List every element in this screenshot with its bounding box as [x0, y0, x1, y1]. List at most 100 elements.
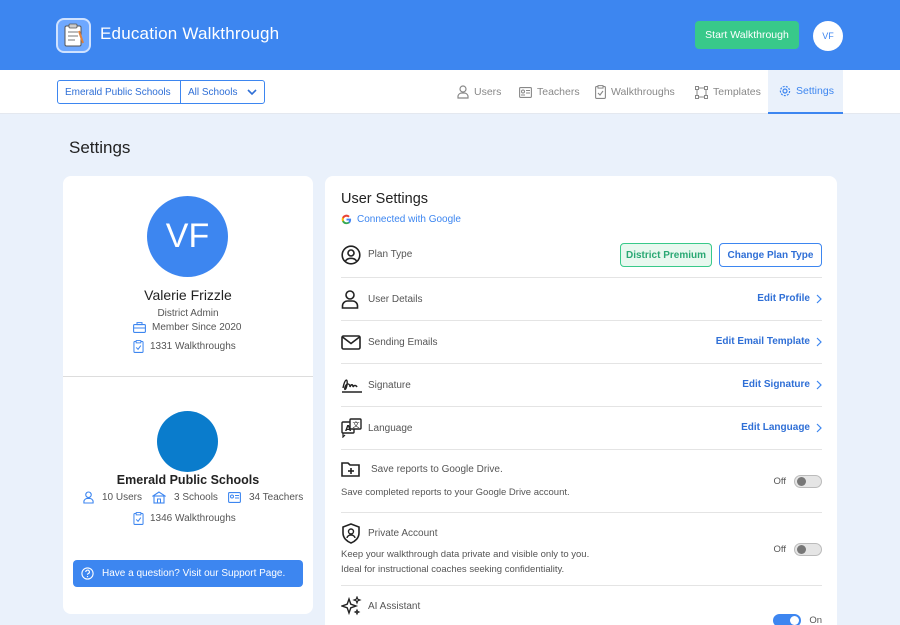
profile-name: Valerie Frizzle: [144, 287, 232, 303]
google-drive-state: Off: [773, 476, 787, 487]
google-icon: [341, 214, 352, 225]
help-icon: [81, 567, 94, 580]
profile-walkthroughs: 1331 Walkthroughs: [133, 340, 236, 353]
plan-badge: District Premium: [620, 243, 712, 267]
school-filter-select[interactable]: All Schools: [181, 81, 264, 103]
toggle-knob: [797, 545, 806, 554]
id-card-icon: [519, 86, 532, 98]
language-row[interactable]: A文 Language Edit Language: [341, 407, 822, 450]
id-card-icon: [227, 492, 241, 503]
user-settings-title: User Settings: [341, 191, 429, 207]
envelope-icon: [341, 335, 361, 350]
edit-profile-label: Edit Profile: [757, 293, 810, 304]
member-since-text: Member Since 2020: [152, 322, 242, 333]
plan-type-row: Plan Type District Premium Change Plan T…: [341, 243, 822, 278]
google-drive-row: Save reports to Google Drive. Save compl…: [341, 450, 822, 513]
user-details-label: User Details: [368, 294, 423, 305]
app-logo-icon[interactable]: [56, 18, 91, 53]
gear-icon: [779, 85, 791, 97]
ai-assistant-state: On: [809, 615, 822, 625]
school-icon: [152, 491, 167, 504]
private-account-toggle-group: Off: [773, 543, 822, 556]
edit-signature-label: Edit Signature: [742, 379, 810, 390]
member-since: Member Since 2020: [133, 322, 242, 333]
tab-users-label: Users: [474, 86, 502, 98]
divider: [63, 376, 313, 377]
ai-assistant-toggle[interactable]: [773, 614, 802, 625]
chevron-right-icon: [816, 380, 822, 389]
sending-emails-row[interactable]: Sending Emails Edit Email Template: [341, 321, 822, 364]
user-icon: [457, 85, 469, 99]
google-drive-toggle[interactable]: [794, 475, 822, 488]
school-selector[interactable]: Emerald Public Schools All Schools: [57, 80, 265, 104]
edit-signature-link[interactable]: Edit Signature: [742, 379, 822, 390]
google-drive-label: Save reports to Google Drive.: [371, 464, 503, 475]
clipboard-icon: [595, 85, 606, 99]
top-bar: Education Walkthrough Start Walkthrough …: [0, 0, 900, 70]
ai-assistant-label: AI Assistant: [368, 601, 421, 612]
chevron-right-icon: [816, 337, 822, 346]
district-walkthroughs-text: 1346 Walkthroughs: [150, 513, 236, 524]
edit-language-label: Edit Language: [741, 422, 810, 433]
start-walkthrough-button[interactable]: Start Walkthrough: [695, 21, 799, 49]
private-account-state: Off: [773, 544, 787, 555]
nav-bar: Emerald Public Schools All Schools Users…: [0, 70, 900, 114]
schools-count: 3 Schools: [174, 492, 218, 503]
signature-label: Signature: [368, 380, 411, 391]
tab-walkthroughs[interactable]: Walkthroughs: [595, 70, 675, 114]
tab-templates[interactable]: Templates: [695, 70, 761, 114]
google-connection-label: Connected with Google: [357, 214, 461, 225]
tab-users[interactable]: Users: [457, 70, 501, 114]
district-select[interactable]: Emerald Public Schools: [58, 81, 181, 103]
clipboard-icon: [133, 340, 144, 353]
district-walkthroughs: 1346 Walkthroughs: [133, 512, 236, 525]
edit-profile-link[interactable]: Edit Profile: [757, 293, 822, 304]
tab-settings[interactable]: Settings: [768, 70, 843, 114]
private-account-desc-1: Keep your walkthrough data private and v…: [341, 549, 590, 560]
svg-text:文: 文: [353, 420, 360, 429]
profile-role: District Admin: [157, 308, 219, 319]
tab-teachers[interactable]: Teachers: [519, 70, 580, 114]
google-drive-toggle-group: Off: [773, 475, 822, 488]
user-icon: [83, 491, 94, 504]
edit-email-template-label: Edit Email Template: [715, 336, 810, 347]
google-connection[interactable]: Connected with Google: [341, 214, 461, 225]
user-details-row[interactable]: User Details Edit Profile: [341, 278, 822, 321]
user-avatar[interactable]: VF: [813, 21, 843, 51]
sparkles-icon: [341, 596, 362, 616]
signature-row[interactable]: Signature Edit Signature: [341, 364, 822, 407]
profile-card: VF Valerie Frizzle District Admin Member…: [63, 176, 313, 614]
briefcase-icon: [133, 322, 146, 333]
private-account-row: Private Account Keep your walkthrough da…: [341, 513, 822, 586]
person-icon: [341, 290, 359, 309]
change-plan-type-button[interactable]: Change Plan Type: [719, 243, 822, 267]
support-page-button[interactable]: Have a question? Visit our Support Page.: [73, 560, 303, 587]
support-button-label: Have a question? Visit our Support Page.: [102, 568, 286, 579]
app-title: Education Walkthrough: [100, 24, 280, 43]
signature-icon: [342, 379, 362, 393]
plan-type-label: Plan Type: [368, 249, 413, 260]
tab-settings-label: Settings: [796, 85, 834, 97]
language-label: Language: [368, 423, 413, 434]
folder-plus-icon: [341, 462, 360, 477]
users-count: 10 Users: [102, 492, 143, 503]
ai-assistant-toggle-group: On: [773, 614, 822, 625]
shield-user-icon: [342, 523, 360, 544]
private-account-label: Private Account: [368, 528, 438, 539]
ai-assistant-row: AI Assistant On: [341, 586, 822, 625]
toggle-knob: [797, 477, 806, 486]
tab-teachers-label: Teachers: [537, 86, 580, 98]
private-account-desc-2: Ideal for instructional coaches seeking …: [341, 564, 565, 575]
translate-icon: A文: [341, 418, 362, 438]
chevron-right-icon: [816, 294, 822, 303]
edit-email-template-link[interactable]: Edit Email Template: [716, 336, 822, 347]
clipboard-icon: [133, 512, 144, 525]
tab-walkthroughs-label: Walkthroughs: [611, 86, 675, 98]
district-stats: 10 Users 3 Schools 34 Teachers: [83, 491, 303, 504]
private-account-toggle[interactable]: [794, 543, 822, 556]
template-icon: [695, 85, 708, 99]
edit-language-link[interactable]: Edit Language: [741, 422, 822, 433]
user-settings-card: User Settings Connected with Google Plan…: [325, 176, 837, 625]
sending-emails-label: Sending Emails: [368, 337, 438, 348]
profile-avatar: VF: [147, 196, 228, 277]
